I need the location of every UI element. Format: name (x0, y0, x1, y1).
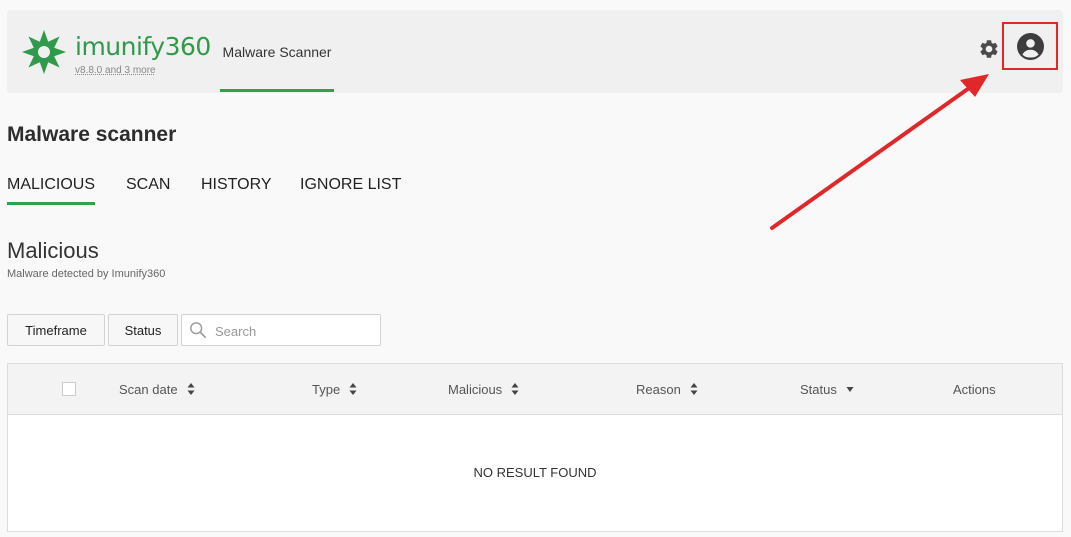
imunify-logo-icon (22, 30, 66, 74)
sort-icon (511, 383, 519, 395)
results-table: Scan date Type Malicious Reason Status A… (7, 363, 1063, 532)
select-all-checkbox[interactable] (62, 382, 76, 396)
tab-history[interactable]: HISTORY (201, 174, 272, 202)
sort-icon (690, 383, 698, 395)
sort-icon (349, 383, 357, 395)
version-link[interactable]: v8.8.0 and 3 more (75, 65, 156, 76)
column-status[interactable]: Status (800, 364, 854, 414)
tab-malicious[interactable]: MALICIOUS (7, 174, 96, 205)
nav-tab-malware-scanner[interactable]: Malware Scanner (220, 10, 334, 93)
top-bar: imunify360 v8.8.0 and 3 more Malware Sca… (7, 10, 1063, 93)
column-label: Type (312, 381, 341, 397)
sort-icon (187, 383, 195, 395)
user-avatar-icon[interactable] (1017, 33, 1044, 60)
column-label: Actions (953, 381, 996, 397)
search-box (181, 314, 381, 346)
timeframe-button[interactable]: Timeframe (7, 314, 105, 346)
user-menu-highlight[interactable] (1002, 22, 1058, 70)
empty-state: NO RESULT FOUND (473, 465, 597, 480)
page-title: Malware scanner (7, 123, 177, 146)
column-malicious[interactable]: Malicious (448, 364, 519, 414)
column-reason[interactable]: Reason (636, 364, 698, 414)
sort-desc-icon (846, 387, 854, 392)
tab-ignore-list[interactable]: IGNORE LIST (300, 174, 401, 202)
table-header: Scan date Type Malicious Reason Status A… (8, 364, 1062, 415)
column-type[interactable]: Type (312, 364, 357, 414)
column-label: Malicious (448, 381, 503, 397)
brand-name: imunify360 (75, 32, 211, 61)
column-actions: Actions (953, 364, 996, 414)
column-label: Scan date (119, 381, 178, 397)
column-scan-date[interactable]: Scan date (119, 364, 195, 414)
gear-icon[interactable] (978, 38, 1000, 60)
section-title: Malicious (7, 238, 99, 263)
search-input[interactable] (213, 319, 377, 343)
status-filter-button[interactable]: Status (108, 314, 178, 346)
section-subtitle: Malware detected by Imunify360 (7, 268, 166, 280)
column-label: Status (800, 381, 837, 397)
column-label: Reason (636, 381, 681, 397)
search-icon (190, 322, 207, 339)
tab-scan[interactable]: SCAN (126, 174, 170, 202)
